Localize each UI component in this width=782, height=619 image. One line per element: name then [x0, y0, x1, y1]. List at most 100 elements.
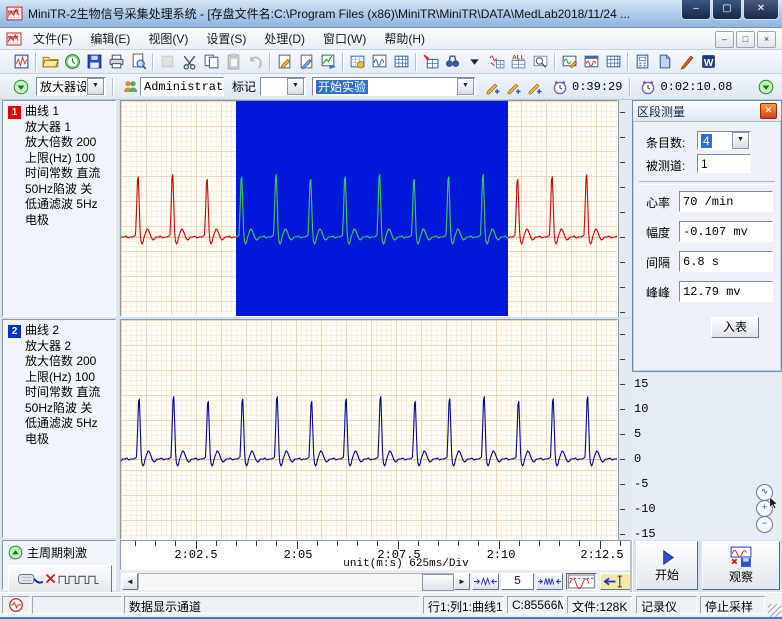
- table-view-icon[interactable]: [602, 52, 624, 72]
- operator-field[interactable]: Administrator: [140, 77, 224, 96]
- compress-timebase-button[interactable]: [536, 573, 563, 590]
- total-clock-icon: [637, 77, 658, 97]
- wave-mode-button[interactable]: [566, 573, 597, 590]
- channel-param-line: 低通滤波 5Hz: [8, 416, 115, 432]
- wave-to-table-icon[interactable]: [485, 52, 507, 72]
- all-to-table-icon[interactable]: ALL: [507, 52, 529, 72]
- scroll-right-button[interactable]: ►: [454, 573, 470, 590]
- total-timer: 0:02:10.08: [660, 80, 732, 94]
- print-preview-icon[interactable]: [127, 52, 149, 72]
- svg-text:med: med: [8, 10, 19, 16]
- child-minimize-button[interactable]: –: [715, 31, 734, 48]
- chevron-down-icon[interactable]: ▼: [732, 132, 749, 149]
- time-scrollbar-track[interactable]: [138, 573, 454, 590]
- find-dropdown-icon[interactable]: [463, 52, 485, 72]
- menu-item[interactable]: 文件(F): [24, 28, 81, 49]
- y-axis-label: -10: [634, 502, 664, 516]
- chevron-down-icon[interactable]: ▼: [287, 78, 304, 95]
- expand-timebase-button[interactable]: [472, 573, 499, 590]
- close-button[interactable]: ✕: [743, 0, 779, 20]
- export-grid-icon[interactable]: [419, 52, 441, 72]
- collapse-amp-panel-button[interactable]: [10, 77, 31, 97]
- operator-icon: [119, 77, 140, 97]
- measure-panel-close-icon[interactable]: ✕: [760, 103, 777, 119]
- chevron-down-icon[interactable]: ▼: [87, 78, 104, 95]
- timebase-value[interactable]: 5: [501, 573, 534, 590]
- wave-window-icon[interactable]: [580, 52, 602, 72]
- revert-icon[interactable]: [61, 52, 83, 72]
- notes-icon[interactable]: [653, 52, 675, 72]
- annotate-icon[interactable]: [295, 52, 317, 72]
- collapse-measure-panel-button[interactable]: [755, 77, 776, 97]
- channel-param-line: 放大倍数 200: [8, 135, 115, 151]
- menu-item[interactable]: 窗口(W): [314, 28, 375, 49]
- print-icon[interactable]: [105, 52, 127, 72]
- scroll-left-button[interactable]: ◄: [122, 573, 138, 590]
- add-to-table-button[interactable]: 入表: [711, 317, 759, 338]
- report-icon[interactable]: [273, 52, 295, 72]
- grid-lock-icon[interactable]: [346, 52, 368, 72]
- channel-param-line: 时间常数 直流: [8, 385, 115, 401]
- child-restore-button[interactable]: □: [736, 31, 755, 48]
- channel-2-plot[interactable]: [120, 319, 618, 540]
- chart-doc-icon[interactable]: [10, 52, 32, 72]
- measurement-label: 心率: [646, 194, 670, 211]
- mark-combo[interactable]: ▼: [260, 77, 306, 96]
- cut-icon[interactable]: [178, 52, 200, 72]
- chevron-down-icon[interactable]: ▼: [457, 78, 474, 95]
- minimize-button[interactable]: –: [681, 0, 711, 20]
- y-axis-label: 15: [634, 377, 664, 391]
- entry-count-combo[interactable]: 4 ▼: [697, 131, 751, 150]
- svg-text:ALL: ALL: [512, 54, 524, 61]
- stimulator-button[interactable]: [8, 565, 112, 593]
- calc-icon[interactable]: [631, 52, 653, 72]
- start-button[interactable]: 开始: [636, 541, 698, 590]
- data-table-icon[interactable]: [390, 52, 412, 72]
- copy-icon[interactable]: [200, 52, 222, 72]
- save-icon[interactable]: [83, 52, 105, 72]
- amp-settings-combo[interactable]: 放大器设置▼: [36, 77, 106, 96]
- menu-item[interactable]: 视图(V): [139, 28, 197, 49]
- child-close-button[interactable]: ×: [757, 31, 776, 48]
- menu-item[interactable]: 帮助(H): [375, 28, 434, 49]
- time-scrollbar-thumb[interactable]: [422, 574, 454, 591]
- collapse-stimulus-icon[interactable]: [8, 545, 23, 560]
- search-table-icon[interactable]: [529, 52, 551, 72]
- measurement-value: 6.8 s: [679, 251, 773, 272]
- menu-item[interactable]: 编辑(E): [81, 28, 139, 49]
- word-export-icon[interactable]: W: [697, 52, 719, 72]
- title-bar: med MiniTR-2生物信号采集处理系统 - [存盘文件名:C:\Progr…: [0, 0, 782, 28]
- measured-channel-label: 被测道:: [646, 157, 685, 174]
- open-file-icon[interactable]: [39, 52, 61, 72]
- channel-2-settings[interactable]: 2曲线 2放大器 2放大倍数 200上限(Hz) 100时间常数 直流50Hz陷…: [2, 319, 116, 538]
- wave-edit-icon[interactable]: [558, 52, 580, 72]
- mini-wave-icon[interactable]: [368, 52, 390, 72]
- y-axis-label: -5: [634, 477, 664, 491]
- find-icon[interactable]: [441, 52, 463, 72]
- zoom-out-icon[interactable]: −: [756, 516, 773, 533]
- measure-panel-titlebar[interactable]: 区段测量 ✕: [633, 101, 781, 122]
- channel-1-plot[interactable]: [120, 100, 618, 317]
- time-cursor-button[interactable]: [600, 573, 631, 590]
- status-channel-text: 数据显示通道: [124, 596, 420, 614]
- measured-channel-field[interactable]: 1: [697, 154, 751, 173]
- play-icon: [659, 549, 676, 566]
- add-mark-button[interactable]: [481, 77, 502, 97]
- pen-icon[interactable]: [675, 52, 697, 72]
- experiment-combo[interactable]: 开始实验 ▼: [312, 77, 476, 96]
- pulse-status-icon: [2, 596, 30, 614]
- time-axis-label: 2:12.5: [580, 548, 623, 562]
- channel-1-settings[interactable]: 1曲线 1放大器 1放大倍数 200上限(Hz) 100时间常数 直流50Hz陷…: [2, 100, 116, 317]
- status-bar: 数据显示通道 行1;列1:曲线1C:85566M文件:128K记录仪停止采样: [0, 592, 782, 618]
- paste-icon: [222, 52, 244, 72]
- observe-button[interactable]: 观察: [702, 541, 780, 590]
- status-segment: 行1;列1:曲线1: [423, 596, 504, 614]
- menu-item[interactable]: 设置(S): [197, 28, 255, 49]
- measurement-label: 峰峰: [646, 284, 670, 301]
- channel-param-line: 放大倍数 200: [8, 354, 115, 370]
- maximize-button[interactable]: ▢: [712, 0, 742, 20]
- menu-item[interactable]: 处理(D): [255, 28, 314, 49]
- export-chart-icon[interactable]: [317, 52, 339, 72]
- resize-grip[interactable]: [768, 604, 781, 617]
- channel-2-trace: [121, 320, 617, 539]
